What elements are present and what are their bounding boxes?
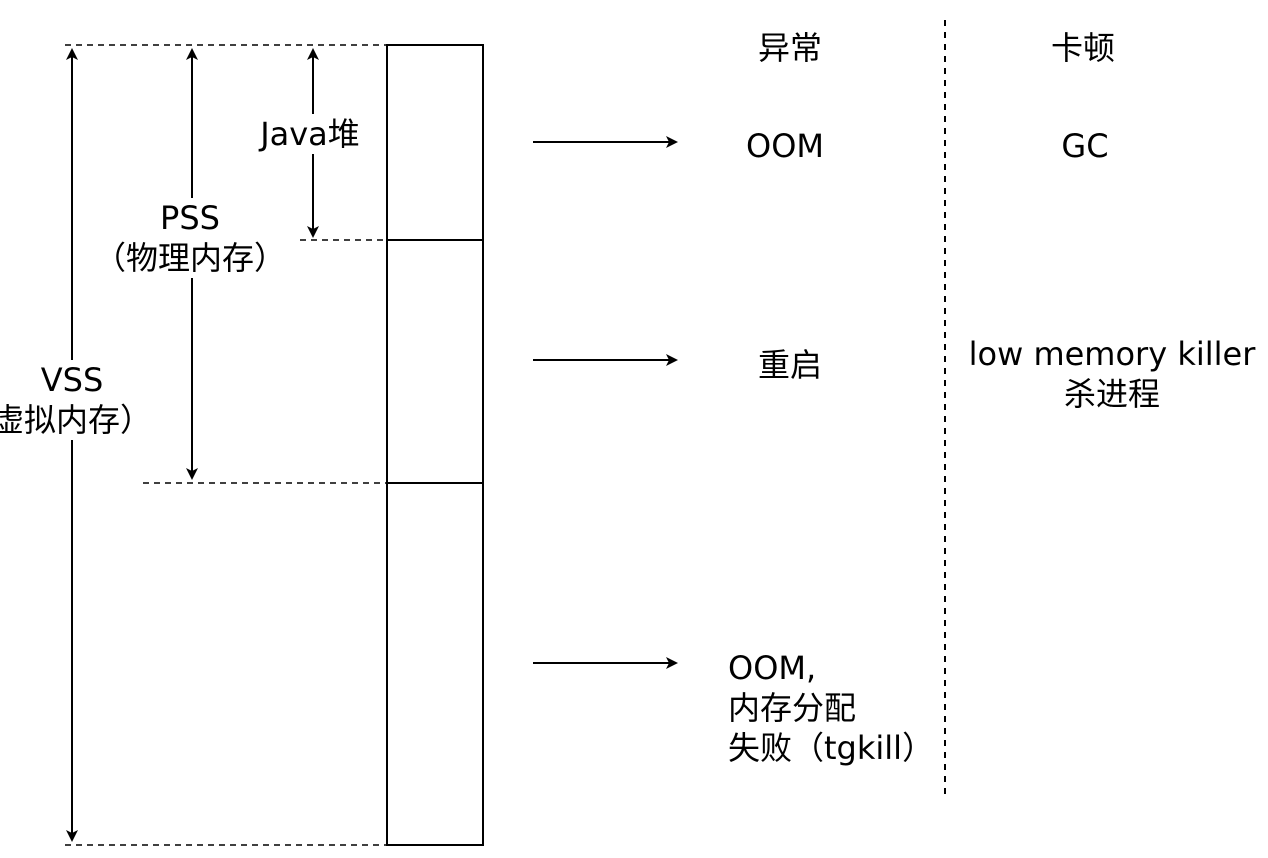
row-3-exception: OOM, 内存分配 失败（tgkill） [728, 648, 934, 768]
java-heap-label: Java堆 [258, 114, 362, 154]
row-3-exception-line-2: 内存分配 [728, 689, 857, 727]
row-1-exception: OOM [746, 127, 824, 165]
stutter-column-header: 卡顿 [1050, 29, 1116, 67]
row-3-exception-line-3: 失败（tgkill） [728, 729, 935, 767]
vss-description: 虚拟内存） [0, 401, 153, 439]
vss-name: VSS [40, 361, 104, 399]
memory-bar-middle-block [386, 239, 484, 484]
pss-label: PSS （物理内存） [91, 198, 289, 278]
exception-column-header: 异常 [757, 29, 823, 67]
memory-bar-bottom-block [386, 482, 484, 846]
row-1-stutter: GC [1061, 127, 1109, 165]
row-2-stutter-line-2: 杀进程 [1063, 375, 1161, 413]
vss-label: VSS 虚拟内存） [0, 360, 155, 440]
row-2-exception: 重启 [757, 346, 823, 384]
pss-name: PSS [160, 199, 220, 237]
row-2-stutter: low memory killer 杀进程 [969, 334, 1256, 414]
memory-bar-top-block [386, 44, 484, 241]
row-2-stutter-line-1: low memory killer [968, 335, 1256, 373]
pss-description: （物理内存） [93, 239, 287, 277]
row-3-exception-line-1: OOM, [728, 649, 817, 687]
